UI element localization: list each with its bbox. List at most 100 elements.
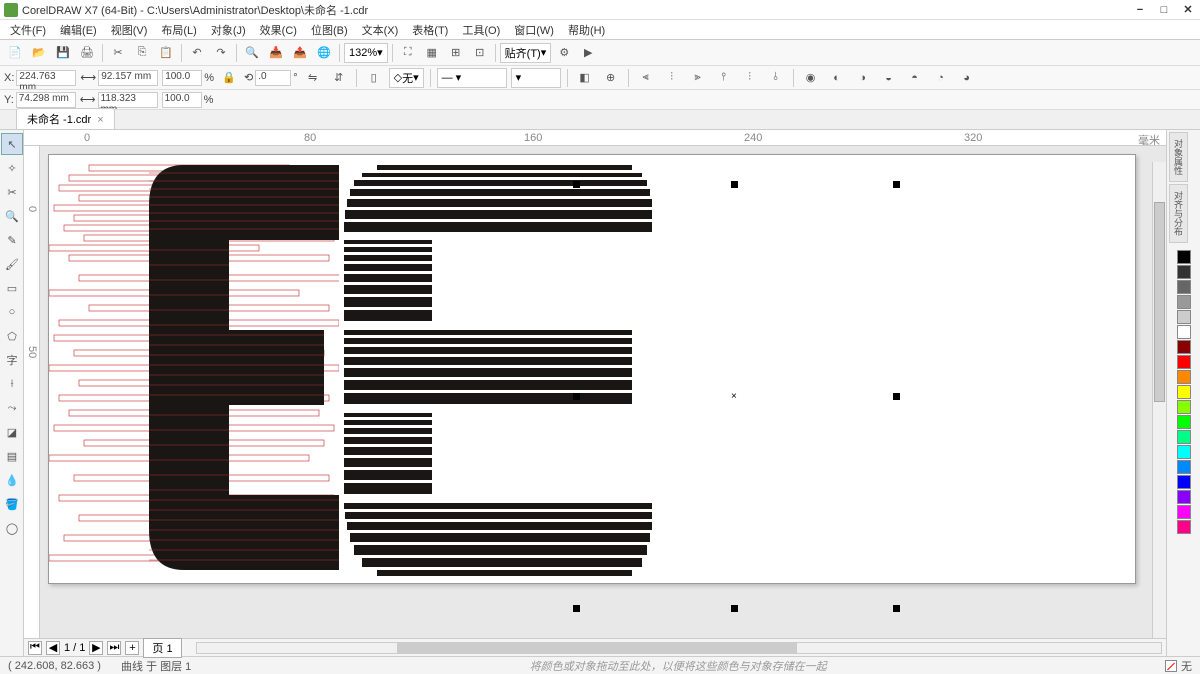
selection-handle-bl[interactable]	[573, 605, 580, 612]
menu-bitmap[interactable]: 位图(B)	[305, 20, 354, 40]
menu-table[interactable]: 表格(T)	[406, 20, 454, 40]
color-swatch[interactable]	[1177, 355, 1191, 369]
scale-y-input[interactable]: 100.0	[162, 92, 202, 108]
intersect-icon[interactable]: ◑	[852, 67, 874, 89]
page-first-icon[interactable]: ⏮	[28, 641, 42, 655]
selection-handle-ml[interactable]	[573, 393, 580, 400]
new-icon[interactable]: 📄	[4, 42, 26, 64]
page-last-icon[interactable]: ⏭	[107, 641, 121, 655]
menu-effects[interactable]: 效果(C)	[254, 20, 303, 40]
selection-handle-tl[interactable]	[573, 181, 580, 188]
align-left-icon[interactable]: ⫷	[635, 67, 657, 89]
outline-tool-icon[interactable]: ◯	[1, 517, 23, 539]
color-swatch[interactable]	[1177, 265, 1191, 279]
menu-view[interactable]: 视图(V)	[105, 20, 154, 40]
scrollbar-thumb-h[interactable]	[397, 643, 797, 653]
zoom-tool-icon[interactable]: 🔍	[1, 205, 23, 227]
docker-tab-properties[interactable]: 对象属性	[1169, 132, 1188, 182]
weld-icon[interactable]: ◉	[800, 67, 822, 89]
mirror-v-icon[interactable]: ⇵	[328, 67, 350, 89]
lock-ratio-icon[interactable]: 🔒	[218, 67, 240, 89]
align-center-h-icon[interactable]: ⫶	[661, 67, 683, 89]
parallel-dim-icon[interactable]: ⟊	[1, 373, 23, 395]
selection-handle-br[interactable]	[893, 605, 900, 612]
color-swatch[interactable]	[1177, 415, 1191, 429]
align-right-icon[interactable]: ⫸	[687, 67, 709, 89]
fullscreen-icon[interactable]: ⛶	[397, 42, 419, 64]
artistic-media-icon[interactable]: 🖌	[1, 253, 23, 275]
align-top-icon[interactable]: ⫯	[713, 67, 735, 89]
outline-width[interactable]: ▾	[511, 68, 561, 88]
undo-icon[interactable]: ↶	[186, 42, 208, 64]
connector-icon[interactable]: ⤳	[1, 397, 23, 419]
drawing-canvas[interactable]: ×	[48, 154, 1136, 584]
width-input[interactable]: 92.157 mm	[98, 70, 158, 86]
polygon-tool-icon[interactable]: ⬠	[1, 325, 23, 347]
page-tab[interactable]: 页 1	[143, 638, 181, 658]
document-tab[interactable]: 未命名 -1.cdr×	[16, 108, 115, 129]
selection-handle-mr[interactable]	[893, 393, 900, 400]
color-swatch[interactable]	[1177, 445, 1191, 459]
boundary-icon[interactable]: ◕	[956, 67, 978, 89]
menu-text[interactable]: 文本(X)	[356, 20, 405, 40]
page-add-icon[interactable]: +	[125, 641, 139, 655]
save-icon[interactable]: 💾	[52, 42, 74, 64]
publish-icon[interactable]: 🌐	[313, 42, 335, 64]
text-tool-icon[interactable]: 字	[1, 349, 23, 371]
scale-x-input[interactable]: 100.0	[162, 70, 202, 86]
import-icon[interactable]: 📥	[265, 42, 287, 64]
color-swatch[interactable]	[1177, 520, 1191, 534]
redo-icon[interactable]: ↷	[210, 42, 232, 64]
align-bottom-icon[interactable]: ⫰	[765, 67, 787, 89]
menu-help[interactable]: 帮助(H)	[562, 20, 611, 40]
color-swatch[interactable]	[1177, 490, 1191, 504]
color-swatch[interactable]	[1177, 385, 1191, 399]
options-icon[interactable]: ⚙	[553, 42, 575, 64]
mirror-h-icon[interactable]: ⇋	[302, 67, 324, 89]
grid-icon[interactable]: ⊞	[445, 42, 467, 64]
rotation-input[interactable]: .0	[255, 70, 291, 86]
arrange-icon[interactable]: ▯	[363, 67, 385, 89]
front-minus-back-icon[interactable]: ◓	[904, 67, 926, 89]
print-icon[interactable]: 🖨	[76, 42, 98, 64]
selection-handle-tr[interactable]	[893, 181, 900, 188]
search-icon[interactable]: 🔍	[241, 42, 263, 64]
color-swatch[interactable]	[1177, 460, 1191, 474]
combine-icon[interactable]: ⊕	[600, 67, 622, 89]
guides-icon[interactable]: ⊡	[469, 42, 491, 64]
paste-icon[interactable]: 📋	[155, 42, 177, 64]
color-swatch[interactable]	[1177, 400, 1191, 414]
open-icon[interactable]: 📂	[28, 42, 50, 64]
zoom-level[interactable]: 132% ▾	[344, 43, 388, 63]
menu-file[interactable]: 文件(F)	[4, 20, 52, 40]
vertical-scrollbar[interactable]	[1152, 162, 1166, 638]
close-button[interactable]: ✕	[1180, 3, 1196, 17]
ellipse-tool-icon[interactable]: ○	[1, 301, 23, 323]
tab-close-icon[interactable]: ×	[97, 114, 103, 126]
menu-tools[interactable]: 工具(O)	[456, 20, 506, 40]
outline-style[interactable]: — ▾	[437, 68, 507, 88]
transparency-icon[interactable]: ▤	[1, 445, 23, 467]
menu-layout[interactable]: 布局(L)	[155, 20, 202, 40]
align-center-v-icon[interactable]: ⫶	[739, 67, 761, 89]
color-swatch[interactable]	[1177, 370, 1191, 384]
pick-tool-icon[interactable]: ↖	[1, 133, 23, 155]
menu-window[interactable]: 窗口(W)	[508, 20, 560, 40]
freehand-tool-icon[interactable]: ✎	[1, 229, 23, 251]
color-swatch[interactable]	[1177, 295, 1191, 309]
docker-tab-align[interactable]: 对齐与分布	[1169, 184, 1188, 243]
snap-dropdown[interactable]: 贴齐(T) ▾	[500, 43, 552, 63]
scrollbar-thumb[interactable]	[1154, 202, 1165, 402]
letter-e-right[interactable]	[342, 155, 652, 580]
trim-icon[interactable]: ◐	[826, 67, 848, 89]
crop-tool-icon[interactable]: ✂	[1, 181, 23, 203]
shape-tool-icon[interactable]: ✧	[1, 157, 23, 179]
export-icon[interactable]: 📤	[289, 42, 311, 64]
color-swatch[interactable]	[1177, 310, 1191, 324]
wrap-icon[interactable]: ◧	[574, 67, 596, 89]
eyedropper-icon[interactable]: 💧	[1, 469, 23, 491]
color-swatch[interactable]	[1177, 280, 1191, 294]
color-swatch[interactable]	[1177, 325, 1191, 339]
cut-icon[interactable]: ✂	[107, 42, 129, 64]
color-swatch[interactable]	[1177, 340, 1191, 354]
